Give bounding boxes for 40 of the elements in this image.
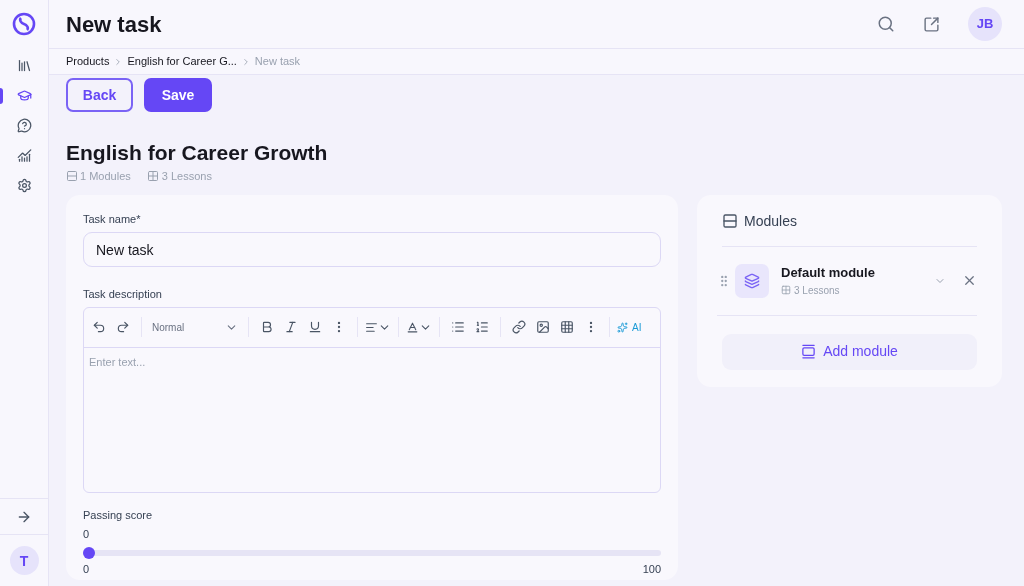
slider-min: 0 — [83, 561, 90, 577]
close-icon[interactable] — [962, 273, 977, 288]
user-avatar[interactable]: JB — [968, 7, 1002, 41]
rich-text-editor[interactable]: Normal AI Enter text... — [83, 306, 661, 493]
page-title: New task — [66, 10, 162, 39]
add-module-button[interactable]: Add module — [722, 333, 977, 370]
field-label: Task description — [83, 287, 163, 302]
text-color-icon[interactable] — [406, 320, 432, 334]
modules-icon — [722, 213, 738, 229]
user-avatar[interactable]: T — [9, 546, 39, 575]
slider-max: 100 — [642, 561, 661, 577]
panel-title: Modules — [744, 211, 797, 231]
search-icon[interactable] — [877, 15, 895, 33]
product-title: English for Career Growth — [66, 140, 329, 166]
task-name-field[interactable]: New task — [83, 232, 661, 267]
lessons-icon — [781, 285, 791, 296]
lessons-icon — [146, 170, 159, 183]
save-button[interactable]: Save — [144, 78, 212, 112]
module-icon — [735, 263, 769, 298]
text-style-select[interactable]: Normal — [149, 319, 241, 335]
field-label: Task name* — [83, 211, 142, 227]
modules-icon — [66, 170, 78, 183]
external-link-icon[interactable] — [923, 15, 940, 33]
logo-icon — [12, 12, 36, 36]
lessons-count: 3 Lessons — [794, 283, 840, 298]
module-name: Default module — [781, 264, 876, 283]
breadcrumb-link[interactable]: Products — [66, 53, 110, 70]
align-icon[interactable] — [365, 320, 391, 334]
back-button[interactable]: Back — [66, 78, 133, 112]
lessons-count: 3 Lessons — [161, 169, 212, 184]
sparkle-icon — [617, 321, 628, 333]
slider-value: 0 — [83, 527, 91, 542]
module-add-icon — [801, 344, 817, 359]
field-label: Passing score — [83, 507, 154, 523]
slider-thumb[interactable] — [83, 546, 95, 559]
ai-button[interactable]: AI — [617, 319, 642, 335]
breadcrumb-link[interactable]: English for Career G... — [127, 53, 237, 70]
modules-count: 1 Modules — [80, 169, 131, 184]
breadcrumb-link[interactable]: New task — [254, 53, 301, 70]
editor-placeholder: Enter text... — [88, 354, 147, 370]
